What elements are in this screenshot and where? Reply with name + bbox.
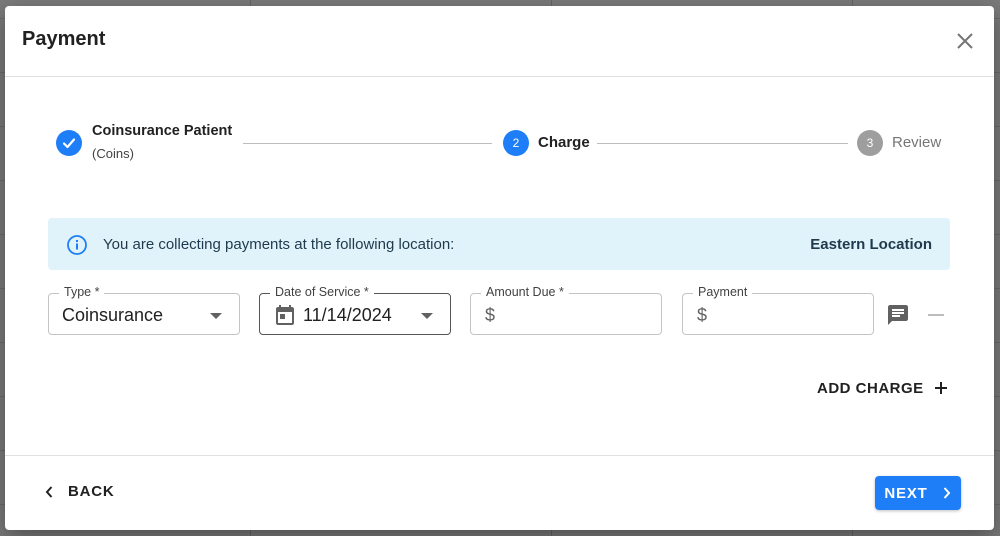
payment-field[interactable]: Payment $ [682, 284, 874, 335]
dialog-title: Payment [22, 28, 106, 50]
check-icon [62, 138, 76, 149]
type-select[interactable]: Type * Coinsurance [48, 284, 240, 335]
dialog-footer: BACK NEXT [5, 455, 994, 531]
payment-currency-prefix: $ [697, 305, 708, 325]
dropdown-arrow-icon [210, 313, 222, 319]
dropdown-arrow-icon [421, 313, 433, 319]
step-1-sublabel: (Coins) [92, 146, 134, 161]
step-2-indicator: 2 [503, 130, 529, 156]
close-button[interactable] [950, 26, 980, 56]
stepper: Coinsurance Patient (Coins) 2 Charge 3 R… [5, 76, 994, 176]
back-button[interactable]: BACK [44, 483, 115, 500]
add-charge-label: ADD CHARGE [817, 379, 924, 397]
location-info-banner: You are collecting payments at the follo… [48, 218, 950, 270]
type-label: Type * [59, 284, 105, 300]
type-value: Coinsurance [62, 305, 164, 325]
remove-charge-icon[interactable] [928, 314, 944, 316]
amount-due-currency-prefix: $ [485, 305, 496, 325]
date-of-service-label: Date of Service * [270, 284, 374, 300]
chevron-left-icon [45, 485, 53, 498]
step-3-indicator: 3 [857, 130, 883, 156]
plus-icon [934, 382, 947, 394]
payment-label: Payment [693, 284, 753, 300]
step-connector-1 [243, 143, 492, 144]
amount-due-label: Amount Due * [481, 284, 569, 300]
location-name: Eastern Location [810, 236, 932, 253]
calendar-icon [276, 305, 294, 325]
step-1-label: Coinsurance Patient [92, 123, 233, 139]
banner-message: You are collecting payments at the follo… [103, 236, 455, 253]
comment-icon[interactable] [886, 303, 910, 327]
dialog-header: Payment [5, 6, 994, 77]
back-label: BACK [68, 483, 115, 500]
chevron-right-icon [943, 487, 950, 499]
date-of-service-value: 11/14/2024 [303, 305, 392, 325]
date-of-service-select[interactable]: Date of Service * 11/14/2024 [259, 284, 451, 335]
next-button[interactable]: NEXT [875, 476, 961, 510]
amount-due-field[interactable]: Amount Due * $ [470, 284, 662, 335]
step-connector-2 [597, 143, 848, 144]
step-3-label: Review [892, 134, 942, 151]
payment-dialog: Payment Coinsurance Patient (Coins) 2 Ch… [5, 6, 994, 530]
step-1-complete-indicator [56, 130, 82, 156]
close-icon [957, 33, 973, 49]
info-icon [67, 235, 87, 255]
step-2-label: Charge [538, 134, 590, 151]
next-label: NEXT [884, 484, 928, 502]
add-charge-button[interactable]: ADD CHARGE [817, 376, 948, 400]
